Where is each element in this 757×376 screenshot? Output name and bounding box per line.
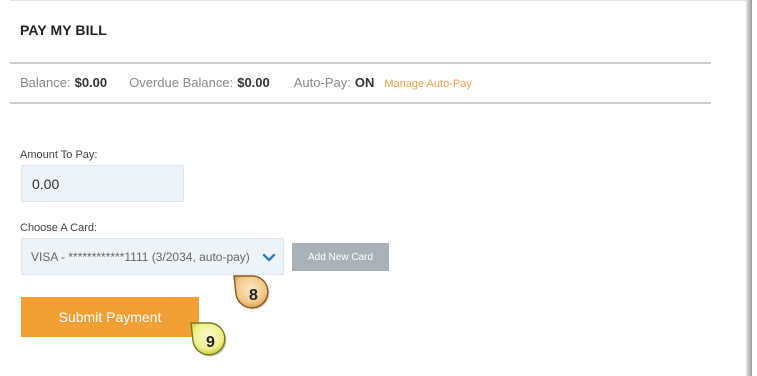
- balance-value: $0.00: [74, 75, 108, 90]
- card-select-value: VISA - ************1111 (3/2034, auto-pa…: [31, 249, 250, 264]
- amount-to-pay-label: Amount To Pay:: [20, 149, 98, 161]
- card-select-dropdown[interactable]: VISA - ************1111 (3/2034, auto-pa…: [21, 238, 284, 275]
- step-8-callout: 8: [232, 274, 272, 314]
- pay-bill-page: PAY MY BILL Balance: $0.00 Overdue Balan…: [0, 0, 757, 376]
- balance-label: Balance:: [20, 75, 71, 90]
- overdue-balance-label: Overdue Balance:: [129, 75, 234, 90]
- amount-to-pay-input[interactable]: [21, 165, 184, 202]
- panel-edge-shadow: [746, 0, 752, 376]
- balance-summary: Balance: $0.00 Overdue Balance: $0.00 Au…: [20, 75, 472, 90]
- submit-payment-button[interactable]: Submit Payment: [21, 297, 199, 337]
- add-new-card-button[interactable]: Add New Card: [292, 243, 389, 271]
- top-border: [10, 0, 746, 1]
- step-9-callout: 9: [189, 321, 229, 361]
- choose-card-label: Choose A Card:: [20, 222, 98, 234]
- step-8-number: 8: [249, 287, 258, 304]
- autopay-label: Auto-Pay:: [293, 75, 351, 90]
- manage-autopay-link[interactable]: Manage Auto-Pay: [384, 78, 471, 90]
- overdue-balance-value: $0.00: [237, 75, 270, 90]
- divider-bottom: [10, 102, 711, 104]
- page-title: PAY MY BILL: [20, 22, 107, 38]
- autopay-status: ON: [354, 75, 375, 90]
- step-9-number: 9: [206, 334, 215, 351]
- chevron-down-icon: [262, 253, 276, 262]
- divider-top: [10, 62, 711, 64]
